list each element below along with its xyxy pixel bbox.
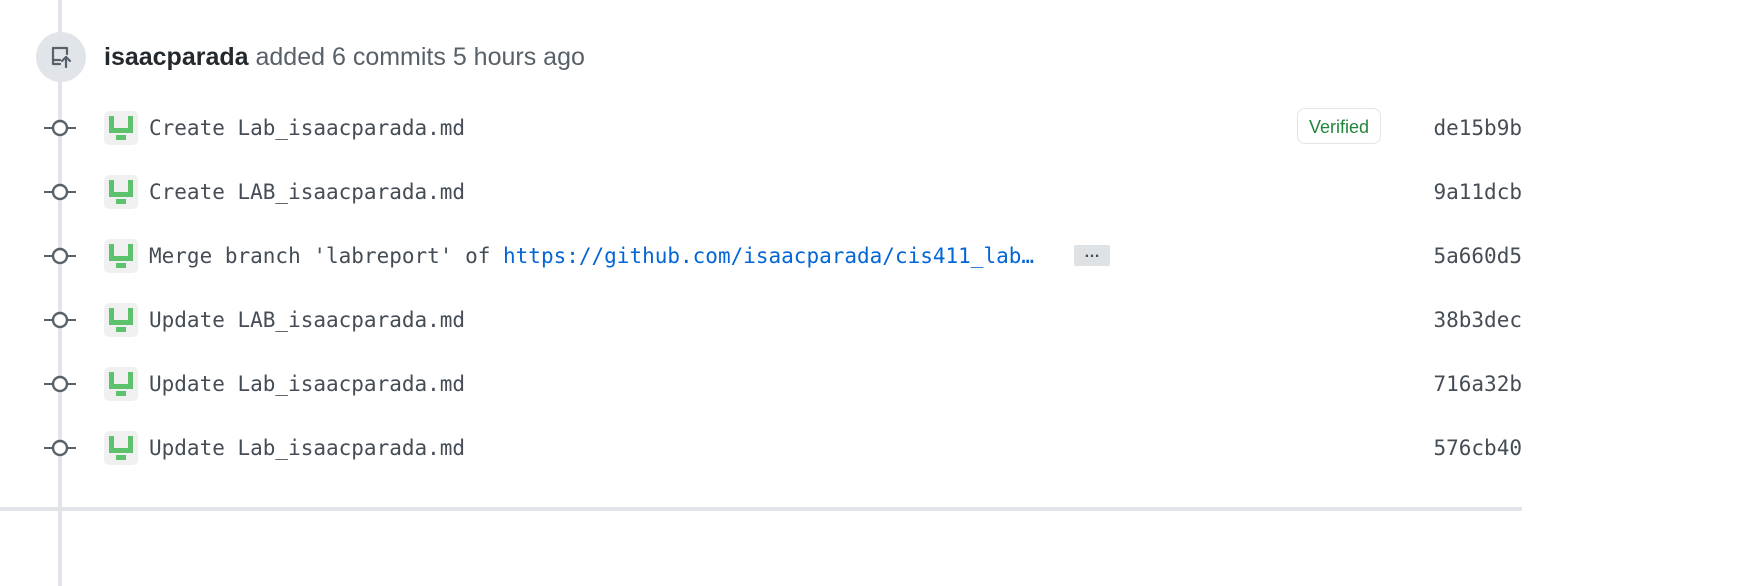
expand-message-button[interactable]: … — [1074, 245, 1110, 266]
commit-message[interactable]: Create LAB_isaacparada.md — [149, 174, 465, 210]
avatar[interactable] — [104, 239, 138, 273]
timeline-divider — [0, 507, 1522, 511]
verified-badge[interactable]: Verified — [1297, 108, 1381, 144]
git-commit-icon — [44, 375, 76, 393]
commit-message[interactable]: Update Lab_isaacparada.md — [149, 366, 465, 402]
avatar[interactable] — [104, 303, 138, 337]
avatar[interactable] — [104, 367, 138, 401]
commit-message-text[interactable]: Merge branch 'labreport' of — [149, 244, 503, 268]
event-header: isaacparada added 6 commits 5 hours ago — [104, 39, 585, 75]
commit-sha[interactable]: 5a660d5 — [1433, 238, 1522, 274]
avatar[interactable] — [104, 431, 138, 465]
git-commit-icon — [44, 119, 76, 137]
commit-row: Update Lab_isaacparada.md 716a32b — [0, 352, 1758, 416]
commit-sha[interactable]: 716a32b — [1433, 366, 1522, 402]
commit-message[interactable]: Create Lab_isaacparada.md — [149, 110, 465, 146]
git-commit-icon — [44, 247, 76, 265]
commit-message[interactable]: Update Lab_isaacparada.md — [149, 430, 465, 466]
repo-push-icon-svg — [51, 46, 72, 69]
avatar[interactable] — [104, 111, 138, 145]
commit-sha[interactable]: de15b9b — [1433, 110, 1522, 146]
commit-message-link[interactable]: https://github.com/isaacparada/cis411_la… — [503, 244, 1034, 268]
avatar[interactable] — [104, 175, 138, 209]
commit-row: Merge branch 'labreport' of https://gith… — [0, 224, 1758, 288]
commit-row: Update Lab_isaacparada.md 576cb40 — [0, 416, 1758, 480]
git-commit-icon — [44, 183, 76, 201]
commit-message: Merge branch 'labreport' of https://gith… — [149, 238, 1034, 274]
author-link[interactable]: isaacparada — [104, 43, 249, 71]
commit-sha[interactable]: 576cb40 — [1433, 430, 1522, 466]
commit-row: Create LAB_isaacparada.md 9a11dcb — [0, 160, 1758, 224]
git-commit-icon — [44, 439, 76, 457]
commit-sha[interactable]: 9a11dcb — [1433, 174, 1522, 210]
commit-row: Create Lab_isaacparada.md de15b9b — [0, 96, 1758, 160]
git-commit-icon — [44, 311, 76, 329]
commit-sha[interactable]: 38b3dec — [1433, 302, 1522, 338]
event-action: added 6 commits — [255, 43, 446, 71]
event-time[interactable]: 5 hours ago — [453, 43, 585, 71]
commit-row: Update LAB_isaacparada.md 38b3dec — [0, 288, 1758, 352]
repo-push-icon — [36, 32, 86, 82]
commit-message[interactable]: Update LAB_isaacparada.md — [149, 302, 465, 338]
